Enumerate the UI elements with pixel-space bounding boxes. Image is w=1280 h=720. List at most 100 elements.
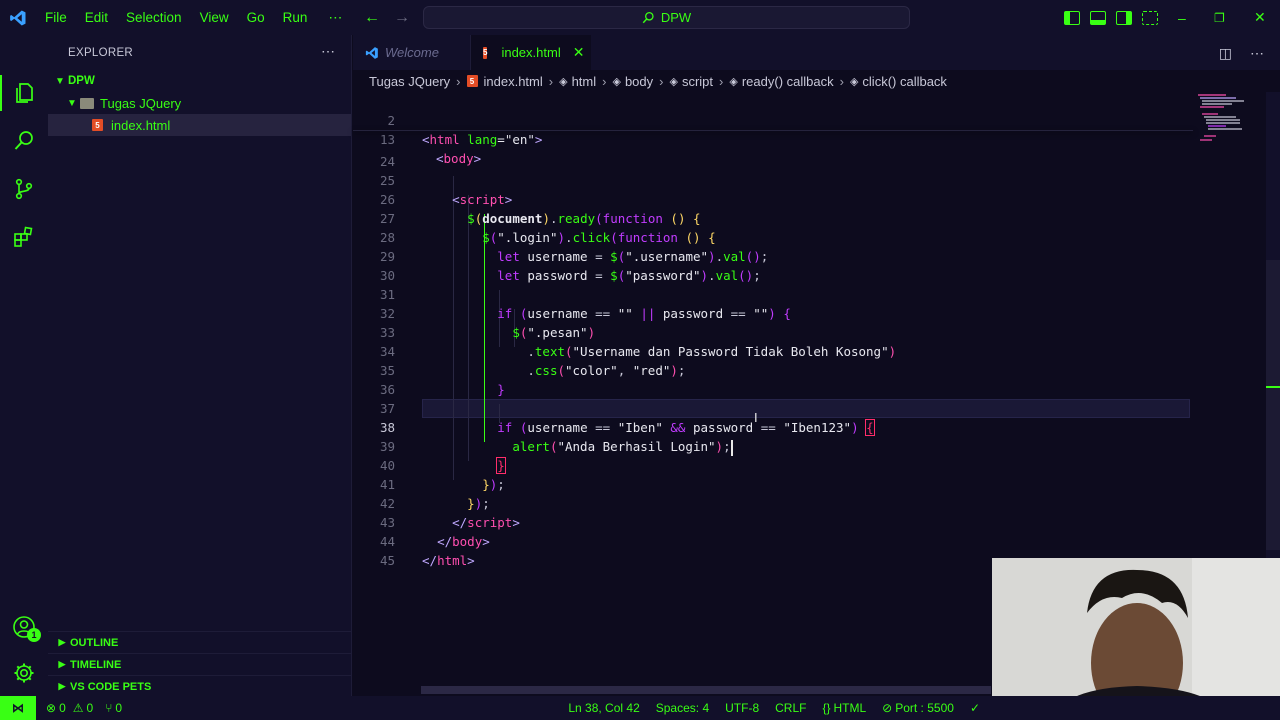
navigation-arrows: ← → (364, 0, 410, 35)
timeline-section[interactable]: ▶ TIMELINE (48, 653, 352, 675)
sticky-line[interactable]: 2 <html lang="en"> (353, 92, 1193, 147)
breadcrumb-file[interactable]: index.html (484, 74, 543, 89)
line-ending[interactable]: CRLF (769, 701, 816, 715)
explorer-more-actions[interactable]: ⋯ (321, 43, 335, 60)
code-line[interactable]: 44 </html> (353, 513, 1193, 568)
code-line[interactable]: 24 (353, 133, 1193, 169)
explorer-sidebar: EXPLORER ⋯ ▼ DPW ▼ Tugas JQuery 5 index.… (48, 35, 352, 696)
code-line[interactable]: 29 let password = $("password").val(); (353, 228, 1193, 283)
code-line[interactable]: 32 $(".pesan") (353, 285, 1193, 340)
folder-icon (80, 97, 94, 109)
minimap[interactable] (1196, 92, 1266, 152)
horizontal-scrollbar[interactable] (421, 686, 991, 694)
tab-welcome[interactable]: Welcome (353, 35, 471, 70)
menu-run[interactable]: Run (274, 0, 317, 35)
workspace-root[interactable]: ▼ DPW (48, 70, 351, 92)
ports-count: 0 (115, 701, 123, 715)
vscode-pets-section[interactable]: ▶ VS CODE PETS (48, 675, 352, 697)
folder-tugas-jquery[interactable]: ▼ Tugas JQuery (48, 92, 351, 114)
back-arrow-icon[interactable]: ← (364, 9, 380, 27)
mouse-ibeam-cursor-icon: I (754, 410, 758, 425)
menu-edit[interactable]: Edit (76, 0, 117, 35)
code-line[interactable]: 41 }); (353, 456, 1193, 511)
explorer-title: EXPLORER (68, 46, 134, 59)
prettier-status[interactable]: ✓ (964, 701, 1280, 715)
file-index-html[interactable]: 5 index.html (48, 114, 351, 136)
code-line[interactable]: 40 }); (353, 437, 1193, 492)
vscode-logo-icon (0, 0, 36, 35)
close-icon[interactable]: ✕ (573, 44, 585, 61)
code-line-current[interactable]: 38 alert("Anda Berhasil Login"); (353, 399, 1193, 456)
sticky-line[interactable]: 13 <body> (353, 111, 1193, 166)
breadcrumb-ready-callback[interactable]: ready() callback (742, 74, 834, 89)
ports-indicator[interactable]: ⑂ 0 (99, 701, 128, 715)
breadcrumb-click-callback[interactable]: click() callback (862, 74, 947, 89)
explorer-files-icon[interactable] (12, 81, 36, 105)
element-symbol-icon: ◈ (559, 75, 568, 88)
toggle-sidebar-icon[interactable] (1064, 10, 1080, 25)
menu-file[interactable]: File (36, 0, 76, 35)
code-line[interactable]: 31 if (username == "" || password == "")… (353, 266, 1193, 321)
code-line[interactable]: 27 $(".login").click(function () { (353, 190, 1193, 245)
accounts-badge: 1 (27, 628, 41, 642)
cursor-position[interactable]: Ln 38, Col 42 (562, 701, 649, 715)
layout-controls (1064, 0, 1158, 35)
port-label: Port : 5500 (895, 701, 954, 715)
code-line[interactable]: 42 </script> (353, 475, 1193, 530)
code-line[interactable]: 37 if (username == "Iben" && password ==… (353, 380, 1193, 436)
code-line[interactable]: 43 </body> (353, 494, 1193, 549)
search-view-icon[interactable] (12, 129, 36, 153)
split-editor-icon[interactable]: ◫ (1219, 45, 1232, 62)
settings-gear-icon[interactable] (12, 661, 36, 685)
breadcrumb-body[interactable]: body (625, 74, 653, 89)
code-line[interactable]: 35 } (353, 342, 1193, 397)
remote-indicator[interactable]: ⋈ (0, 696, 36, 720)
outline-section[interactable]: ▶ OUTLINE (48, 631, 352, 653)
menu-go[interactable]: Go (238, 0, 274, 35)
close-button[interactable]: ✕ (1254, 0, 1266, 35)
command-center-search[interactable]: DPW (423, 6, 910, 29)
chevron-right-icon: › (719, 73, 724, 89)
chevron-right-icon: ▶ (58, 681, 66, 691)
editor-actions: ◫ ⋯ (1219, 45, 1264, 62)
forward-arrow-icon[interactable]: → (394, 9, 410, 27)
breadcrumb-html[interactable]: html (572, 74, 597, 89)
no-entry-icon: ⊘ (882, 701, 893, 715)
code-line[interactable]: 39 } (353, 418, 1193, 474)
chevron-down-icon: ▼ (55, 75, 65, 87)
chevron-right-icon: › (839, 73, 844, 89)
problems-indicator[interactable]: ⊗ 0 ⚠ 0 (40, 701, 99, 715)
tab-index-html[interactable]: 5 index.html ✕ (471, 35, 591, 70)
code-line[interactable]: 45 (353, 532, 1193, 568)
code-line[interactable]: 33 .text("Username dan Password Tidak Bo… (353, 304, 1193, 359)
toggle-panel-icon[interactable] (1090, 10, 1106, 25)
accounts-icon[interactable]: 1 (12, 615, 41, 642)
code-line[interactable]: 34 .css("color", "red"); (353, 323, 1193, 378)
encoding[interactable]: UTF-8 (719, 701, 769, 715)
toggle-secondary-sidebar-icon[interactable] (1116, 10, 1132, 25)
more-actions-icon[interactable]: ⋯ (1250, 45, 1264, 62)
extensions-icon[interactable] (12, 225, 36, 249)
live-server-port[interactable]: ⊘ Port : 5500 (876, 701, 964, 715)
chevron-down-icon: ▼ (67, 97, 77, 109)
menu-view[interactable]: View (191, 0, 238, 35)
indentation[interactable]: Spaces: 4 (650, 701, 719, 715)
double-check-icon: ✓ (969, 701, 980, 715)
menu-selection[interactable]: Selection (117, 0, 191, 35)
language-mode[interactable]: {} HTML (816, 701, 876, 715)
code-line[interactable]: 30 (353, 247, 1193, 283)
breadcrumb-folder[interactable]: Tugas JQuery (369, 74, 450, 89)
code-line[interactable]: 28 let username = $(".username").val(); (353, 209, 1193, 264)
code-line[interactable]: 36 (353, 361, 1193, 397)
restore-button[interactable]: ❐ (1214, 0, 1225, 35)
active-indicator (0, 75, 2, 111)
minimize-button[interactable]: – (1178, 0, 1186, 35)
breadcrumb-script[interactable]: script (682, 74, 713, 89)
vertical-scrollbar-thumb[interactable] (1266, 260, 1280, 550)
code-line[interactable]: 26 $(document).ready(function () { (353, 171, 1193, 226)
code-line[interactable]: 25 <script> (353, 152, 1193, 207)
menu-more-button[interactable]: ⋯ (316, 0, 354, 35)
customize-layout-icon[interactable] (1142, 10, 1158, 25)
error-icon: ⊗ (46, 701, 57, 715)
source-control-icon[interactable] (12, 177, 36, 201)
